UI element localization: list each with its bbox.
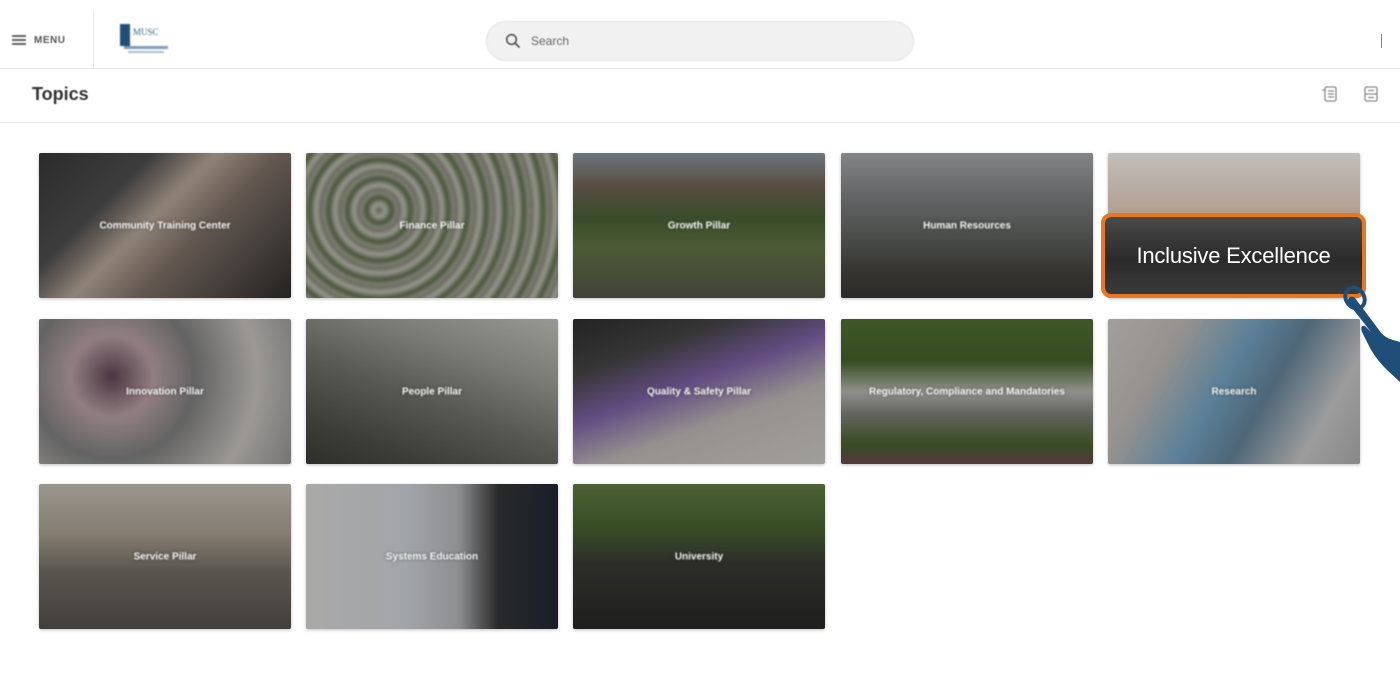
topic-tile-systems-education[interactable]: Systems Education [306, 484, 558, 629]
header-right-divider [1381, 34, 1382, 48]
grid-view-icon[interactable] [1361, 84, 1381, 104]
logo-subline [124, 46, 168, 49]
top-bar: MENU MUSC [0, 10, 1400, 69]
topic-label: Human Resources [923, 220, 1011, 231]
topic-label: Finance Pillar [399, 220, 465, 231]
menu-label: MENU [34, 34, 66, 46]
topic-label: Community Training Center [99, 220, 231, 231]
topic-tile-growth-pillar[interactable]: Growth Pillar [573, 153, 825, 298]
topic-label: Service Pillar [133, 551, 197, 562]
topic-tile-innovation-pillar[interactable]: Innovation Pillar [39, 319, 291, 464]
logo-mark-icon [120, 24, 130, 46]
topic-label: Research [1211, 386, 1257, 397]
hamburger-icon [12, 35, 26, 45]
topic-tile-community-training-center[interactable]: Community Training Center [39, 153, 291, 298]
topic-tile-university[interactable]: University [573, 484, 825, 629]
search-bar[interactable] [486, 21, 914, 61]
header-divider [93, 10, 94, 68]
topic-label: Innovation Pillar [126, 386, 204, 397]
search-icon [505, 33, 521, 49]
topic-tile-service-pillar[interactable]: Service Pillar [39, 484, 291, 629]
topic-label: University [674, 551, 724, 562]
search-input[interactable] [529, 33, 893, 49]
topic-tile-people-pillar[interactable]: People Pillar [306, 319, 558, 464]
list-view-icon[interactable] [1320, 84, 1340, 104]
topic-tile-human-resources[interactable]: Human Resources [841, 153, 1093, 298]
musc-logo[interactable]: MUSC [120, 24, 176, 58]
page-header: Topics [0, 70, 1400, 123]
topic-tile-finance-pillar[interactable]: Finance Pillar [306, 153, 558, 298]
topic-tile-regulatory-compliance[interactable]: Regulatory, Compliance and Mandatories [841, 319, 1093, 464]
topic-tile-quality-safety-pillar[interactable]: Quality & Safety Pillar [573, 319, 825, 464]
highlight-label: Inclusive Excellence [1136, 242, 1331, 268]
topic-label: Quality & Safety Pillar [647, 386, 751, 397]
pointing-hand-icon [1335, 278, 1400, 388]
topic-label: Regulatory, Compliance and Mandatories [869, 386, 1065, 397]
topic-label: Growth Pillar [667, 220, 731, 231]
menu-button[interactable]: MENU [12, 30, 65, 50]
topic-label: Systems Education [385, 551, 479, 562]
highlight-callout[interactable]: Inclusive Excellence [1105, 217, 1362, 294]
page-title: Topics [32, 84, 89, 104]
logo-text: MUSC [133, 27, 159, 37]
topics-page: MENU MUSC Topics [0, 0, 1400, 675]
logo-subline-2 [128, 51, 164, 53]
topic-label: People Pillar [401, 386, 463, 397]
topic-tile-research[interactable]: Research [1108, 319, 1360, 464]
